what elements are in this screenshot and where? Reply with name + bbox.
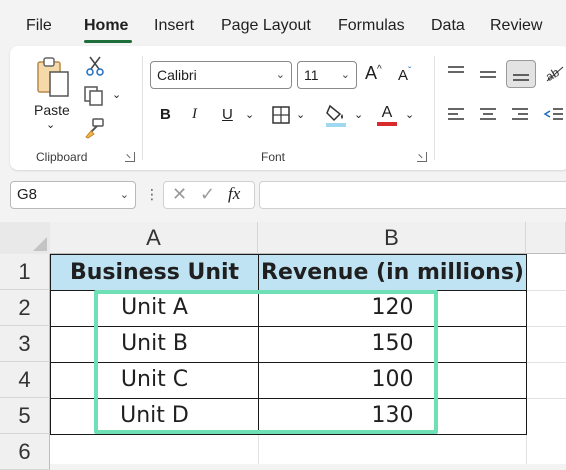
column-header-a[interactable]: A <box>50 222 258 254</box>
insert-function-icon[interactable]: fx <box>228 184 240 204</box>
cell-b4[interactable]: 100 <box>259 362 526 398</box>
row-header-3[interactable]: 3 <box>0 326 50 362</box>
row-header-4[interactable]: 4 <box>0 362 50 398</box>
row-header-2[interactable]: 2 <box>0 290 50 326</box>
enter-icon[interactable]: ✓ <box>200 184 215 205</box>
borders-dropdown-icon[interactable]: ⌄ <box>296 108 305 121</box>
font-size-value: 11 <box>304 67 319 83</box>
orientation-icon[interactable]: ab <box>542 62 566 84</box>
gridline <box>258 434 259 464</box>
shrink-font-button[interactable]: Aˇ <box>398 66 411 84</box>
table-border <box>258 254 259 434</box>
header-cell-business-unit[interactable]: Business Unit <box>51 255 258 290</box>
underline-dropdown-icon[interactable]: ⌄ <box>245 108 254 121</box>
ribbon: Paste ⌄ ⌄ Clipboard Calibri ⌄ 11 ⌄ A^ Aˇ <box>10 46 566 170</box>
group-divider <box>142 56 143 160</box>
table-border <box>50 362 527 363</box>
cell-a3[interactable]: Unit B <box>51 326 258 362</box>
font-color-icon: A <box>381 104 393 121</box>
cell-a2[interactable]: Unit A <box>51 290 258 326</box>
cell-b3[interactable]: 150 <box>259 326 526 362</box>
font-dialog-launcher-icon[interactable] <box>417 152 427 162</box>
tab-home[interactable]: Home <box>84 17 128 35</box>
more-options-icon[interactable]: ⋮ <box>145 186 159 203</box>
bold-button[interactable]: B <box>160 106 171 123</box>
table-border <box>50 326 527 327</box>
paste-dropdown-icon[interactable]: ⌄ <box>46 118 55 131</box>
row-header-6[interactable]: 6 <box>0 434 50 470</box>
font-group-label: Font <box>261 150 286 164</box>
paste-icon[interactable] <box>34 56 74 100</box>
tab-data[interactable]: Data <box>431 17 465 35</box>
spreadsheet-grid: A B 1 2 3 4 5 6 Business Unit Revenue (i… <box>0 222 566 470</box>
cell-a4[interactable]: Unit C <box>51 362 258 398</box>
cell-b2[interactable]: 120 <box>259 290 526 326</box>
shrink-font-icon: A <box>398 67 409 84</box>
cell-b5[interactable]: 130 <box>259 398 526 434</box>
clipboard-group-label: Clipboard <box>36 150 88 164</box>
cancel-icon[interactable]: ✕ <box>172 184 187 205</box>
top-align-icon[interactable] <box>444 62 468 82</box>
align-left-icon[interactable] <box>444 104 468 126</box>
gridline <box>526 398 566 399</box>
fill-color-dropdown-icon[interactable]: ⌄ <box>354 108 363 121</box>
chevron-down-icon: ⌄ <box>275 69 285 81</box>
row-header-1[interactable]: 1 <box>0 254 50 290</box>
table-border <box>50 434 527 435</box>
font-size-dropdown[interactable]: 11 ⌄ <box>297 61 357 89</box>
table-border <box>50 398 527 399</box>
formula-input[interactable] <box>259 181 566 209</box>
copy-icon[interactable] <box>82 84 106 108</box>
chevron-down-icon: ⌄ <box>340 69 350 81</box>
row-header-5[interactable]: 5 <box>0 398 50 434</box>
grow-font-icon: A <box>365 63 378 83</box>
font-color-button[interactable]: A <box>375 102 399 128</box>
decrease-indent-icon[interactable] <box>542 104 566 126</box>
bottom-align-icon[interactable] <box>506 60 536 88</box>
ribbon-tab-bar: File Home Insert Page Layout Formulas Da… <box>0 0 566 46</box>
table-border <box>50 254 527 255</box>
borders-icon[interactable] <box>270 104 292 126</box>
table-border <box>50 290 527 291</box>
align-center-icon[interactable] <box>476 104 500 126</box>
group-divider <box>434 56 435 160</box>
column-header-b[interactable]: B <box>258 222 526 254</box>
fill-color-icon[interactable] <box>324 102 348 128</box>
cell-a5[interactable]: Unit D <box>51 398 258 434</box>
name-box[interactable]: G8 ⌄ <box>10 181 136 209</box>
formula-buttons: ✕ ✓ fx <box>163 181 255 209</box>
font-name-dropdown[interactable]: Calibri ⌄ <box>150 61 292 89</box>
middle-align-icon[interactable] <box>476 64 500 84</box>
gridline <box>526 290 566 291</box>
tab-insert[interactable]: Insert <box>154 17 194 35</box>
tab-review[interactable]: Review <box>490 17 542 35</box>
chevron-down-icon: ⌄ <box>119 189 129 201</box>
underline-button[interactable]: U <box>222 106 233 123</box>
tab-formulas[interactable]: Formulas <box>338 17 405 35</box>
clipboard-dialog-launcher-icon[interactable] <box>125 152 135 162</box>
font-color-swatch <box>377 122 397 126</box>
cut-icon[interactable] <box>84 54 106 78</box>
italic-button[interactable]: I <box>192 106 197 123</box>
header-cell-revenue[interactable]: Revenue (in millions) <box>259 255 526 290</box>
font-color-dropdown-icon[interactable]: ⌄ <box>405 108 414 121</box>
format-painter-icon[interactable] <box>82 116 106 140</box>
table-border <box>50 254 51 434</box>
column-header-c[interactable] <box>526 222 566 254</box>
tab-page-layout[interactable]: Page Layout <box>221 17 311 35</box>
paste-button[interactable]: Paste <box>34 102 70 118</box>
gridline <box>526 326 566 327</box>
table-border <box>526 254 527 435</box>
active-tab-indicator <box>84 40 132 43</box>
select-all-corner[interactable] <box>0 222 50 254</box>
font-name-value: Calibri <box>157 67 197 83</box>
grow-font-button[interactable]: A^ <box>365 63 382 84</box>
gridline <box>526 362 566 363</box>
tab-file[interactable]: File <box>26 17 52 35</box>
align-right-icon[interactable] <box>508 104 532 126</box>
copy-dropdown-icon[interactable]: ⌄ <box>112 88 121 101</box>
name-box-value: G8 <box>17 186 38 203</box>
svg-text:ab: ab <box>543 65 562 83</box>
